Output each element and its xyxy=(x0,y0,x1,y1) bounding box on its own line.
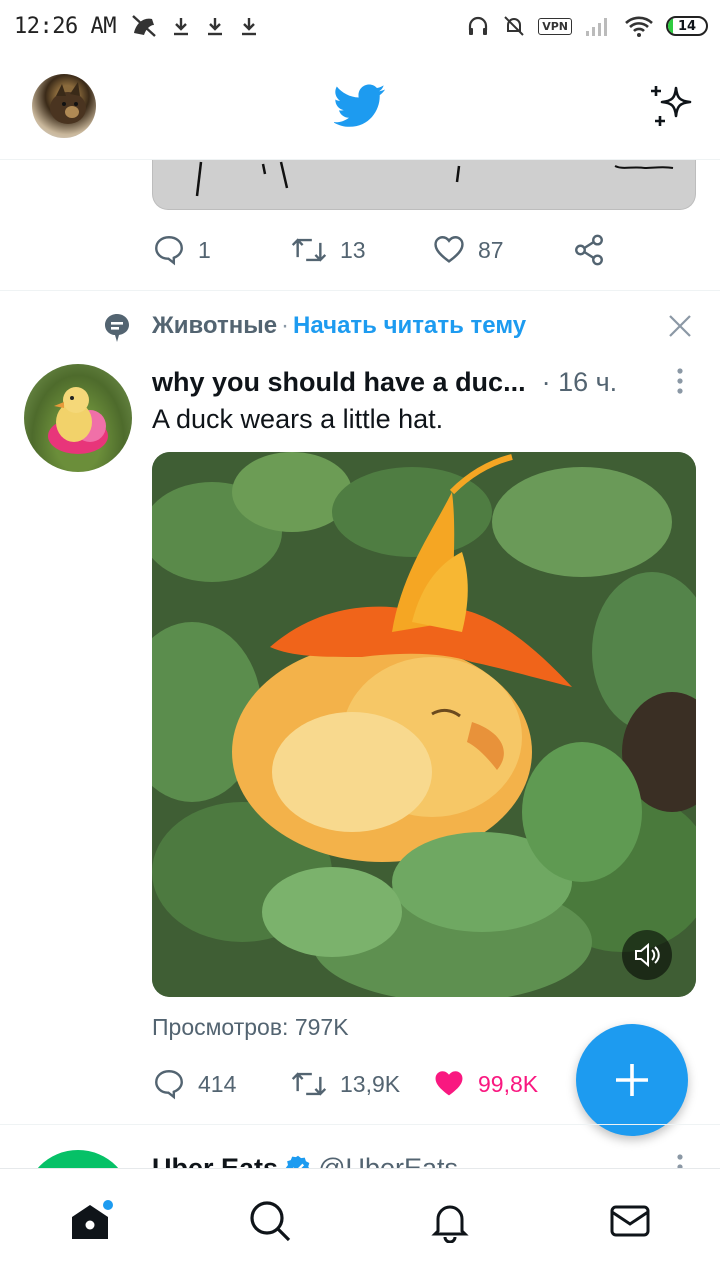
previous-tweet-actions: 1 13 87 xyxy=(152,228,622,272)
bottom-navigation xyxy=(0,1168,720,1280)
close-icon[interactable] xyxy=(666,312,694,345)
battery-indicator: 14 xyxy=(666,16,708,36)
app-header xyxy=(0,52,720,160)
retweet-button[interactable]: 13,9K xyxy=(290,1067,432,1101)
more-options-icon[interactable] xyxy=(670,366,690,401)
bell-off-icon xyxy=(504,16,524,36)
user-avatar[interactable] xyxy=(32,74,96,138)
heart-icon xyxy=(434,236,464,263)
tweet-video[interactable] xyxy=(152,452,696,997)
download-icon xyxy=(241,18,256,36)
retweet-icon xyxy=(291,238,327,262)
divider xyxy=(0,290,720,291)
heart-filled-icon xyxy=(435,1071,463,1096)
tweet-time[interactable]: · 16 ч. xyxy=(542,367,618,398)
vpn-badge: VPN xyxy=(538,17,572,35)
topic-separator: · xyxy=(281,312,290,339)
plus-icon xyxy=(616,1064,648,1096)
like-button[interactable]: 87 xyxy=(432,233,572,267)
twitter-bird-icon[interactable] xyxy=(333,84,386,133)
tweet-header: why you should have a duc... · 16 ч. xyxy=(152,364,672,400)
download-icon xyxy=(173,18,188,36)
unmute-button[interactable] xyxy=(622,930,672,980)
previous-tweet-media[interactable] xyxy=(152,160,696,210)
share-icon xyxy=(575,234,603,266)
mute-bird-icon xyxy=(132,15,156,37)
view-count[interactable]: Просмотров: 797K xyxy=(152,1014,349,1041)
nav-notifications[interactable] xyxy=(405,1176,495,1266)
like-button[interactable]: 99,8K xyxy=(432,1067,572,1101)
retweet-count: 13 xyxy=(340,236,366,263)
speaker-icon xyxy=(635,942,660,968)
notification-dot xyxy=(103,1199,113,1210)
author-name[interactable]: why you should have a duc... xyxy=(152,367,526,398)
notifications-icon xyxy=(431,1205,469,1243)
tweet-actions: 414 13,9K 99,8K xyxy=(152,1062,622,1106)
reply-button[interactable]: 1 xyxy=(152,233,290,267)
topic-row: Животные · Начать читать тему xyxy=(0,300,720,352)
share-button[interactable] xyxy=(572,233,606,267)
status-time: 12:26 AM xyxy=(14,13,116,39)
reply-button[interactable]: 414 xyxy=(152,1067,290,1101)
nav-search[interactable] xyxy=(225,1176,315,1266)
divider xyxy=(0,1124,720,1125)
author-avatar[interactable] xyxy=(24,364,132,472)
retweet-icon xyxy=(291,1072,327,1096)
messages-icon xyxy=(610,1205,650,1236)
download-icon xyxy=(207,18,222,36)
like-count: 87 xyxy=(478,236,504,263)
wifi-icon xyxy=(625,16,653,37)
retweet-button[interactable]: 13 xyxy=(290,233,432,267)
reply-count: 1 xyxy=(198,236,211,263)
tweet-text: A duck wears a little hat. xyxy=(152,404,444,434)
nav-messages[interactable] xyxy=(585,1176,675,1266)
retweet-count: 13,9K xyxy=(340,1070,401,1097)
reply-count: 414 xyxy=(198,1070,237,1097)
topic-label[interactable]: Животные xyxy=(152,312,277,339)
nav-home[interactable] xyxy=(45,1176,135,1266)
signal-icon xyxy=(586,18,607,36)
topic-bubble-icon xyxy=(103,312,131,349)
compose-tweet-button[interactable] xyxy=(576,1024,688,1136)
search-icon xyxy=(250,1200,291,1241)
status-bar: 12:26 AM VPN 14 xyxy=(0,0,720,52)
follow-topic-link[interactable]: Начать читать тему xyxy=(293,312,526,339)
like-count: 99,8K xyxy=(478,1070,539,1097)
headphones-icon xyxy=(469,16,488,35)
sparkle-icon[interactable] xyxy=(648,82,696,135)
reply-icon xyxy=(155,1070,183,1100)
reply-icon xyxy=(155,236,183,266)
